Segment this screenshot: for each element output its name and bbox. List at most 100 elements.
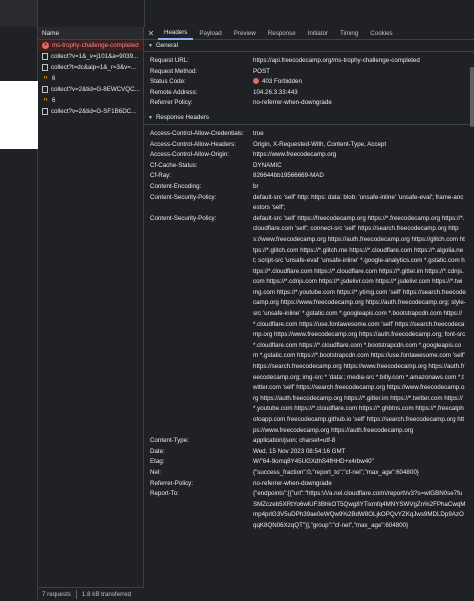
header-value[interactable]: Wed, 15 Nov 2023 08:54:16 GMT [253,447,474,458]
response-headers-section-header[interactable]: ▼ Response Headers [144,113,474,125]
header-value[interactable]: true [253,129,474,140]
transferred-size: 1.8 kB transferred [81,591,132,598]
header-value[interactable]: application/json; charset=utf-8 [253,436,474,447]
tab-timing[interactable]: Timing [334,27,364,40]
header-name: Report-To: [150,490,179,498]
request-row[interactable]: collect?v=2&tid=G-8EWCVQC... [38,84,143,95]
header-value[interactable]: default-src 'self' http: https: data: bl… [253,193,474,214]
header-row: Request URL: https://api.freecodecamp.org… [144,56,474,67]
header-value-text: application/json; charset=utf-8 [253,437,336,445]
footer-divider [75,590,77,599]
tab-payload[interactable]: Payload [193,27,227,40]
header-value[interactable]: 403 Forbidden [253,77,474,88]
header-value[interactable]: Origin, X-Requested-With, Content-Type, … [253,140,474,151]
request-row[interactable]: ‹› 6 [38,95,143,106]
tab-headers[interactable]: Headers [158,27,194,40]
general-section-header[interactable]: ▼ General [144,40,474,52]
header-value-text: br [253,182,259,190]
header-value[interactable]: no-referrer-when-downgrade [253,479,474,490]
header-name: Access-Control-Allow-Credentials: [150,129,244,137]
header-row: Cf-Cache-Status: DYNAMIC [144,161,474,172]
document-icon [42,108,48,115]
header-value-text: no-referrer-when-downgrade [253,479,332,487]
header-row: Access-Control-Allow-Origin: https://www.… [144,150,474,161]
request-row[interactable]: collect?t=dc&aip=1&_r=3&v=... [38,62,143,73]
close-icon[interactable]: ✕ [144,29,158,38]
header-row: Status Code: 403 Forbidden [144,77,474,88]
devtools-top-strip [0,0,474,27]
network-request-list: Name × ms-trophy-challenge-completed colle… [38,27,144,601]
header-value[interactable]: br [253,182,474,193]
tab-response[interactable]: Response [262,27,302,40]
collapse-triangle-icon: ▼ [148,42,153,49]
tab-preview[interactable]: Preview [228,27,262,40]
status-error-icon [253,77,259,84]
tab-initiator[interactable]: Initiator [302,27,334,40]
header-row: Date: Wed, 15 Nov 2023 08:54:16 GMT [144,447,474,458]
header-value[interactable]: {"endpoints":[{"url":"https:\/\/a.nel.cl… [253,489,474,531]
request-count: 7 requests [42,591,71,598]
header-name: Access-Control-Allow-Headers: [150,140,236,148]
header-value[interactable]: DYNAMIC [253,161,474,172]
request-row[interactable]: ‹› 6 [38,73,143,84]
header-row: Referrer-Policy: no-referrer-when-downgra… [144,479,474,490]
header-name: Content-Security-Policy: [150,214,217,222]
header-value-text: POST [253,67,270,75]
header-value-text: W/"64-9omq8Y45UGXdhS4fHHD+x4rbw40" [253,458,374,466]
document-icon [42,86,48,93]
header-value[interactable]: POST [253,67,474,78]
tab-cookies[interactable]: Cookies [364,27,398,40]
header-value[interactable]: default-src 'self' https://freecodecamp.… [253,214,474,436]
name-column-header[interactable]: Name [38,27,143,40]
header-name: Nel: [150,468,162,476]
header-row: Access-Control-Allow-Headers: Origin, X-R… [144,140,474,151]
header-row: Request Method: POST [144,67,474,78]
header-value-text: https://api.freecodecamp.org/ms-trophy-c… [253,57,420,64]
header-name: Access-Control-Allow-Origin: [150,151,230,159]
header-value-text: default-src 'self' http: https: data: bl… [253,193,464,212]
header-value-text: Origin, X-Requested-With, Content-Type, … [253,140,387,148]
header-row: Cf-Ray: 826644bb19566669-MAD [144,171,474,182]
header-row: Content-Security-Policy: default-src 'sel… [144,214,474,436]
header-value-text: no-referrer-when-downgrade [253,99,332,107]
document-icon [42,64,48,71]
header-value-text: 403 Forbidden [262,78,302,86]
network-summary: 7 requests 1.8 kB transferred [38,587,144,601]
header-name: Status Code: [150,78,186,86]
header-row: Access-Control-Allow-Credentials: true [144,129,474,140]
response-headers-title: Response Headers [155,114,209,122]
left-panel [0,27,38,601]
header-value[interactable]: https://api.freecodecamp.org/ms-trophy-c… [253,56,474,67]
scrollbar-thumb[interactable] [470,67,474,127]
header-value[interactable]: W/"64-9omq8Y45UGXdhS4fHHD+x4rbw40" [253,457,474,468]
header-row: Content-Security-Policy: default-src 'sel… [144,193,474,214]
header-name: Cf-Ray: [150,172,171,180]
request-row[interactable]: collect?v=1&_v=j101&a=9039... [38,51,143,62]
request-row[interactable]: collect?v=2&tid=G-SF1B6DC... [38,106,143,117]
error-icon: × [42,42,49,49]
request-name: ms-trophy-challenge-completed [52,42,139,49]
request-name: collect?t=dc&aip=1&_r=3&v=... [51,64,136,71]
header-row: Content-Encoding: br [144,182,474,193]
request-name: collect?v=2&tid=G-SF1B6DC... [51,108,137,115]
header-name: Remote Address: [150,88,198,96]
header-value[interactable]: https://www.freecodecamp.org [253,150,474,161]
header-value[interactable]: {"success_fraction":0,"report_to":"cf-ne… [253,468,474,479]
request-detail-panel: ✕ Headers Payload Preview Response Initiator… [144,27,474,601]
header-value[interactable]: 104.26.3.33:443 [253,88,474,99]
header-value-text: 104.26.3.33:443 [253,88,298,96]
left-panel-top [0,0,38,27]
header-name: Referrer Policy: [150,99,193,107]
header-value-text: Wed, 15 Nov 2023 08:54:16 GMT [253,447,346,455]
header-name: Date: [150,447,165,455]
request-row[interactable]: × ms-trophy-challenge-completed [38,40,143,51]
header-row: Report-To: {"endpoints":[{"url":"https:\/… [144,489,474,531]
header-name: Content-Encoding: [150,182,202,190]
document-icon [42,53,48,60]
header-value[interactable]: 826644bb19566669-MAD [253,171,474,182]
header-value[interactable]: no-referrer-when-downgrade [253,98,474,109]
header-row: Referrer Policy: no-referrer-when-downgra… [144,98,474,109]
script-icon: ‹› [43,75,48,81]
header-value-text: DYNAMIC [253,161,282,169]
collapse-triangle-icon: ▼ [148,115,153,122]
